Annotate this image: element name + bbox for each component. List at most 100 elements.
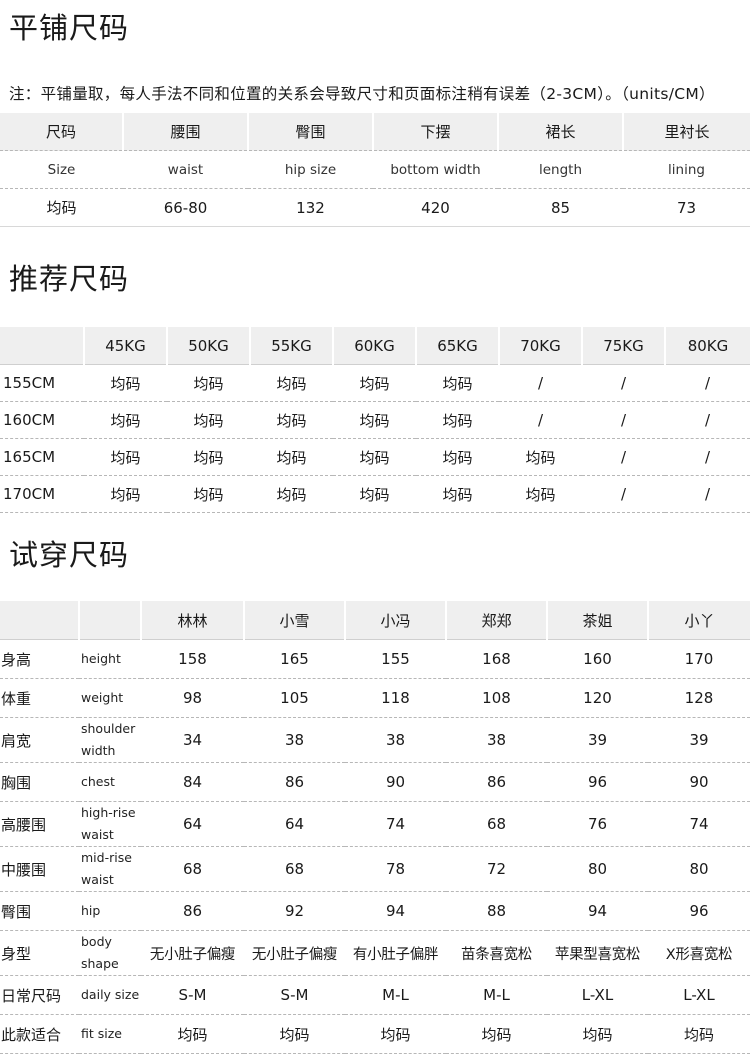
- table-cell: 均码: [84, 438, 167, 476]
- table-cell: 92: [244, 891, 345, 931]
- header-cell: 臀围: [247, 113, 373, 151]
- weight-header: 55KG: [249, 327, 333, 365]
- corner-cell: [0, 327, 84, 365]
- model-name: 小丫: [647, 601, 750, 640]
- table-cell: 170: [648, 639, 750, 679]
- row-label-zh: 此款适合: [0, 1014, 79, 1054]
- header-cell-en: length: [498, 150, 623, 189]
- row-label-zh: 中腰围: [0, 846, 79, 892]
- table-cell: 38: [345, 717, 446, 763]
- table-cell: 86: [446, 762, 547, 802]
- table-cell: 均码: [250, 364, 333, 402]
- recommended-size-table: 45KG 50KG 55KG 60KG 65KG 70KG 75KG 80KG …: [0, 327, 750, 513]
- table-cell: 64: [244, 801, 345, 847]
- table-cell: M-L: [446, 975, 547, 1015]
- table-cell: 均码: [499, 438, 582, 476]
- table-row: 日常尺码 daily size S-M S-M M-L M-L L-XL L-X…: [0, 975, 750, 1015]
- table-cell: 118: [345, 678, 446, 718]
- table-cell: 均码: [345, 1014, 446, 1054]
- row-label-zh: 身高: [0, 639, 79, 679]
- table-cell: 39: [648, 717, 750, 763]
- height-label: 170CM: [0, 475, 84, 513]
- table-cell: 苹果型喜宽松: [547, 930, 648, 976]
- try-on-size-table: 林林 小雪 小冯 郑郑 茶姐 小丫 身高 height 158 165 155 …: [0, 601, 750, 1054]
- table-cell: 均码: [499, 475, 582, 513]
- header-cell: 里衬长: [622, 113, 750, 151]
- table-cell: 均码: [167, 438, 250, 476]
- table-row: 身型 body shape 无小肚子偏瘦 无小肚子偏瘦 有小肚子偏胖 苗条喜宽松…: [0, 930, 750, 976]
- row-label-en: weight: [79, 678, 141, 718]
- table-cell: 128: [648, 678, 750, 718]
- table-cell: 39: [547, 717, 648, 763]
- flat-size-header-en: Size waist hip size bottom width length …: [0, 150, 750, 189]
- table-cell: 90: [648, 762, 750, 802]
- table-cell: 68: [244, 846, 345, 892]
- table-cell: 均码: [333, 475, 416, 513]
- weight-header: 70KG: [498, 327, 582, 365]
- row-label-zh: 日常尺码: [0, 975, 79, 1015]
- table-cell: 无小肚子偏瘦: [244, 930, 345, 976]
- row-label-en: chest: [79, 762, 141, 802]
- row-label-en: high-rise waist: [79, 801, 141, 847]
- table-row: 中腰围 mid-rise waist 68 68 78 72 80 80: [0, 846, 750, 892]
- table-cell: 均码: [250, 475, 333, 513]
- table-cell: /: [582, 364, 665, 402]
- row-label-zh: 体重: [0, 678, 79, 718]
- header-cell: 裙长: [497, 113, 623, 151]
- table-cell: 165: [244, 639, 345, 679]
- header-cell: 腰围: [122, 113, 248, 151]
- table-row: 身高 height 158 165 155 168 160 170: [0, 639, 750, 679]
- weight-header: 80KG: [664, 327, 750, 365]
- table-cell: 均码: [416, 475, 499, 513]
- row-label-en: height: [79, 639, 141, 679]
- table-cell: 均码: [333, 401, 416, 439]
- table-row: 高腰围 high-rise waist 64 64 74 68 76 74: [0, 801, 750, 847]
- row-label-en: body shape: [79, 930, 141, 976]
- header-cell: 下摆: [372, 113, 498, 151]
- table-row: 165CM 均码 均码 均码 均码 均码 均码 / /: [0, 438, 750, 476]
- table-cell: X形喜宽松: [648, 930, 750, 976]
- table-cell: /: [582, 475, 665, 513]
- table-cell: 均码: [333, 364, 416, 402]
- table-cell: 均码: [446, 1014, 547, 1054]
- table-cell: 38: [446, 717, 547, 763]
- flat-size-title: 平铺尺码: [9, 11, 130, 45]
- table-cell: 苗条喜宽松: [446, 930, 547, 976]
- flat-size-table: 尺码 腰围 臀围 下摆 裙长 里衬长 Size waist hip size b…: [0, 113, 750, 227]
- table-row: 均码 66-80 132 420 85 73: [0, 188, 750, 227]
- table-cell: 均码: [250, 401, 333, 439]
- weight-header: 75KG: [581, 327, 665, 365]
- table-row: 160CM 均码 均码 均码 均码 均码 / / /: [0, 401, 750, 439]
- table-cell: 均码: [167, 475, 250, 513]
- table-cell: 38: [244, 717, 345, 763]
- table-cell: 80: [648, 846, 750, 892]
- model-header-row: 林林 小雪 小冯 郑郑 茶姐 小丫: [0, 601, 750, 640]
- table-cell: /: [582, 438, 665, 476]
- table-cell: 68: [141, 846, 244, 892]
- table-cell: 90: [345, 762, 446, 802]
- table-cell: 420: [373, 188, 498, 227]
- height-label: 165CM: [0, 438, 84, 476]
- measurement-note: 注：平铺量取，每人手法不同和位置的关系会导致尺寸和页面标注稍有误差（2-3CM）…: [9, 85, 715, 103]
- table-cell: 均码: [250, 438, 333, 476]
- table-cell: 均码: [416, 401, 499, 439]
- table-cell: 无小肚子偏瘦: [141, 930, 244, 976]
- header-cell-en: hip size: [248, 150, 373, 189]
- table-cell: 72: [446, 846, 547, 892]
- recommended-size-title: 推荐尺码: [9, 262, 130, 296]
- corner-cell: [0, 601, 79, 640]
- table-cell: 均码: [416, 364, 499, 402]
- table-cell: 均码: [416, 438, 499, 476]
- table-cell: 均码: [333, 438, 416, 476]
- table-cell: 66-80: [123, 188, 248, 227]
- table-cell: 均码: [0, 188, 123, 227]
- table-row: 胸围 chest 84 86 90 86 96 90: [0, 762, 750, 802]
- row-label-zh: 肩宽: [0, 717, 79, 763]
- table-cell: /: [665, 364, 750, 402]
- table-cell: 74: [648, 801, 750, 847]
- table-cell: 均码: [84, 475, 167, 513]
- row-label-en: shoulder width: [79, 717, 141, 763]
- table-cell: 均码: [244, 1014, 345, 1054]
- height-label: 155CM: [0, 364, 84, 402]
- try-on-size-title: 试穿尺码: [9, 538, 130, 572]
